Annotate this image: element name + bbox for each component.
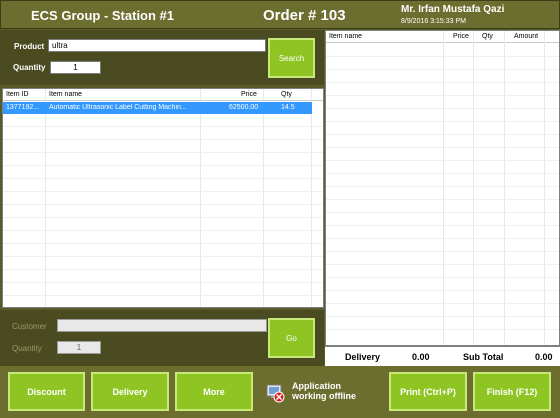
col-order-amount[interactable]: Amount: [514, 33, 538, 40]
customer-input[interactable]: [57, 319, 267, 332]
go-button[interactable]: Go: [268, 318, 315, 358]
col-price[interactable]: Price: [241, 91, 257, 98]
cell-qty: 14.5: [281, 104, 295, 111]
offline-status-line1: Application: [292, 381, 341, 391]
title-bar: ECS Group - Station #1 Order # 103 Mr. I…: [0, 0, 560, 29]
footer-toolbar: Discount Delivery More Application worki…: [0, 366, 560, 418]
offline-status-line2: working offline: [292, 391, 356, 401]
customer-panel: Customer Quantity Go: [0, 310, 324, 366]
print-button[interactable]: Print (Ctrl+P): [389, 372, 467, 411]
search-button[interactable]: Search: [268, 38, 315, 78]
offline-status: Application working offline: [292, 381, 356, 401]
order-totals: Delivery 0.00 Sub Total 0.00: [325, 346, 560, 366]
col-qty[interactable]: Qty: [281, 91, 292, 98]
customer-label: Customer: [12, 322, 47, 331]
table-row[interactable]: 1377192... Automatic Ultrasonic Label Cu…: [3, 102, 312, 114]
delivery-total-value: 0.00: [412, 352, 430, 362]
product-input[interactable]: [48, 39, 266, 52]
discount-button[interactable]: Discount: [8, 372, 85, 411]
station-title: ECS Group - Station #1: [31, 8, 175, 23]
customer-quantity-input[interactable]: [57, 341, 101, 354]
quantity-input[interactable]: [50, 61, 101, 74]
col-order-price[interactable]: Price: [453, 33, 469, 40]
items-table-header: Item ID Item name Price Qty: [3, 89, 323, 101]
delivery-total-label: Delivery: [345, 352, 381, 362]
offline-warning-icon: [264, 383, 286, 405]
product-search-panel: Product Quantity Search: [0, 30, 324, 85]
col-order-qty[interactable]: Qty: [482, 33, 493, 40]
col-item-id[interactable]: Item ID: [6, 91, 29, 98]
cell-item-name: Automatic Ultrasonic Label Cutting Machi…: [49, 104, 187, 111]
cell-price: 62500.00: [229, 104, 259, 111]
order-table: Item name Price Qty Amount: [325, 30, 560, 346]
customer-quantity-label: Quantity: [12, 344, 42, 353]
items-table: Item ID Item name Price Qty 1377192... A…: [2, 88, 324, 308]
cell-item-id: 1377192...: [6, 104, 40, 111]
datetime: 8/9/2016 3:15:33 PM: [401, 18, 466, 25]
col-order-item-name[interactable]: Item name: [329, 33, 362, 40]
product-label: Product: [14, 42, 45, 51]
quantity-label: Quantity: [13, 63, 46, 72]
order-number: Order # 103: [263, 7, 346, 24]
finish-button[interactable]: Finish (F12): [473, 372, 551, 411]
col-item-name[interactable]: Item name: [49, 91, 82, 98]
subtotal-value: 0.00: [535, 352, 553, 362]
user-name: Mr. Irfan Mustafa Qazi: [401, 4, 505, 15]
more-button[interactable]: More: [175, 372, 253, 411]
delivery-button[interactable]: Delivery: [91, 372, 169, 411]
subtotal-label: Sub Total: [463, 352, 504, 362]
